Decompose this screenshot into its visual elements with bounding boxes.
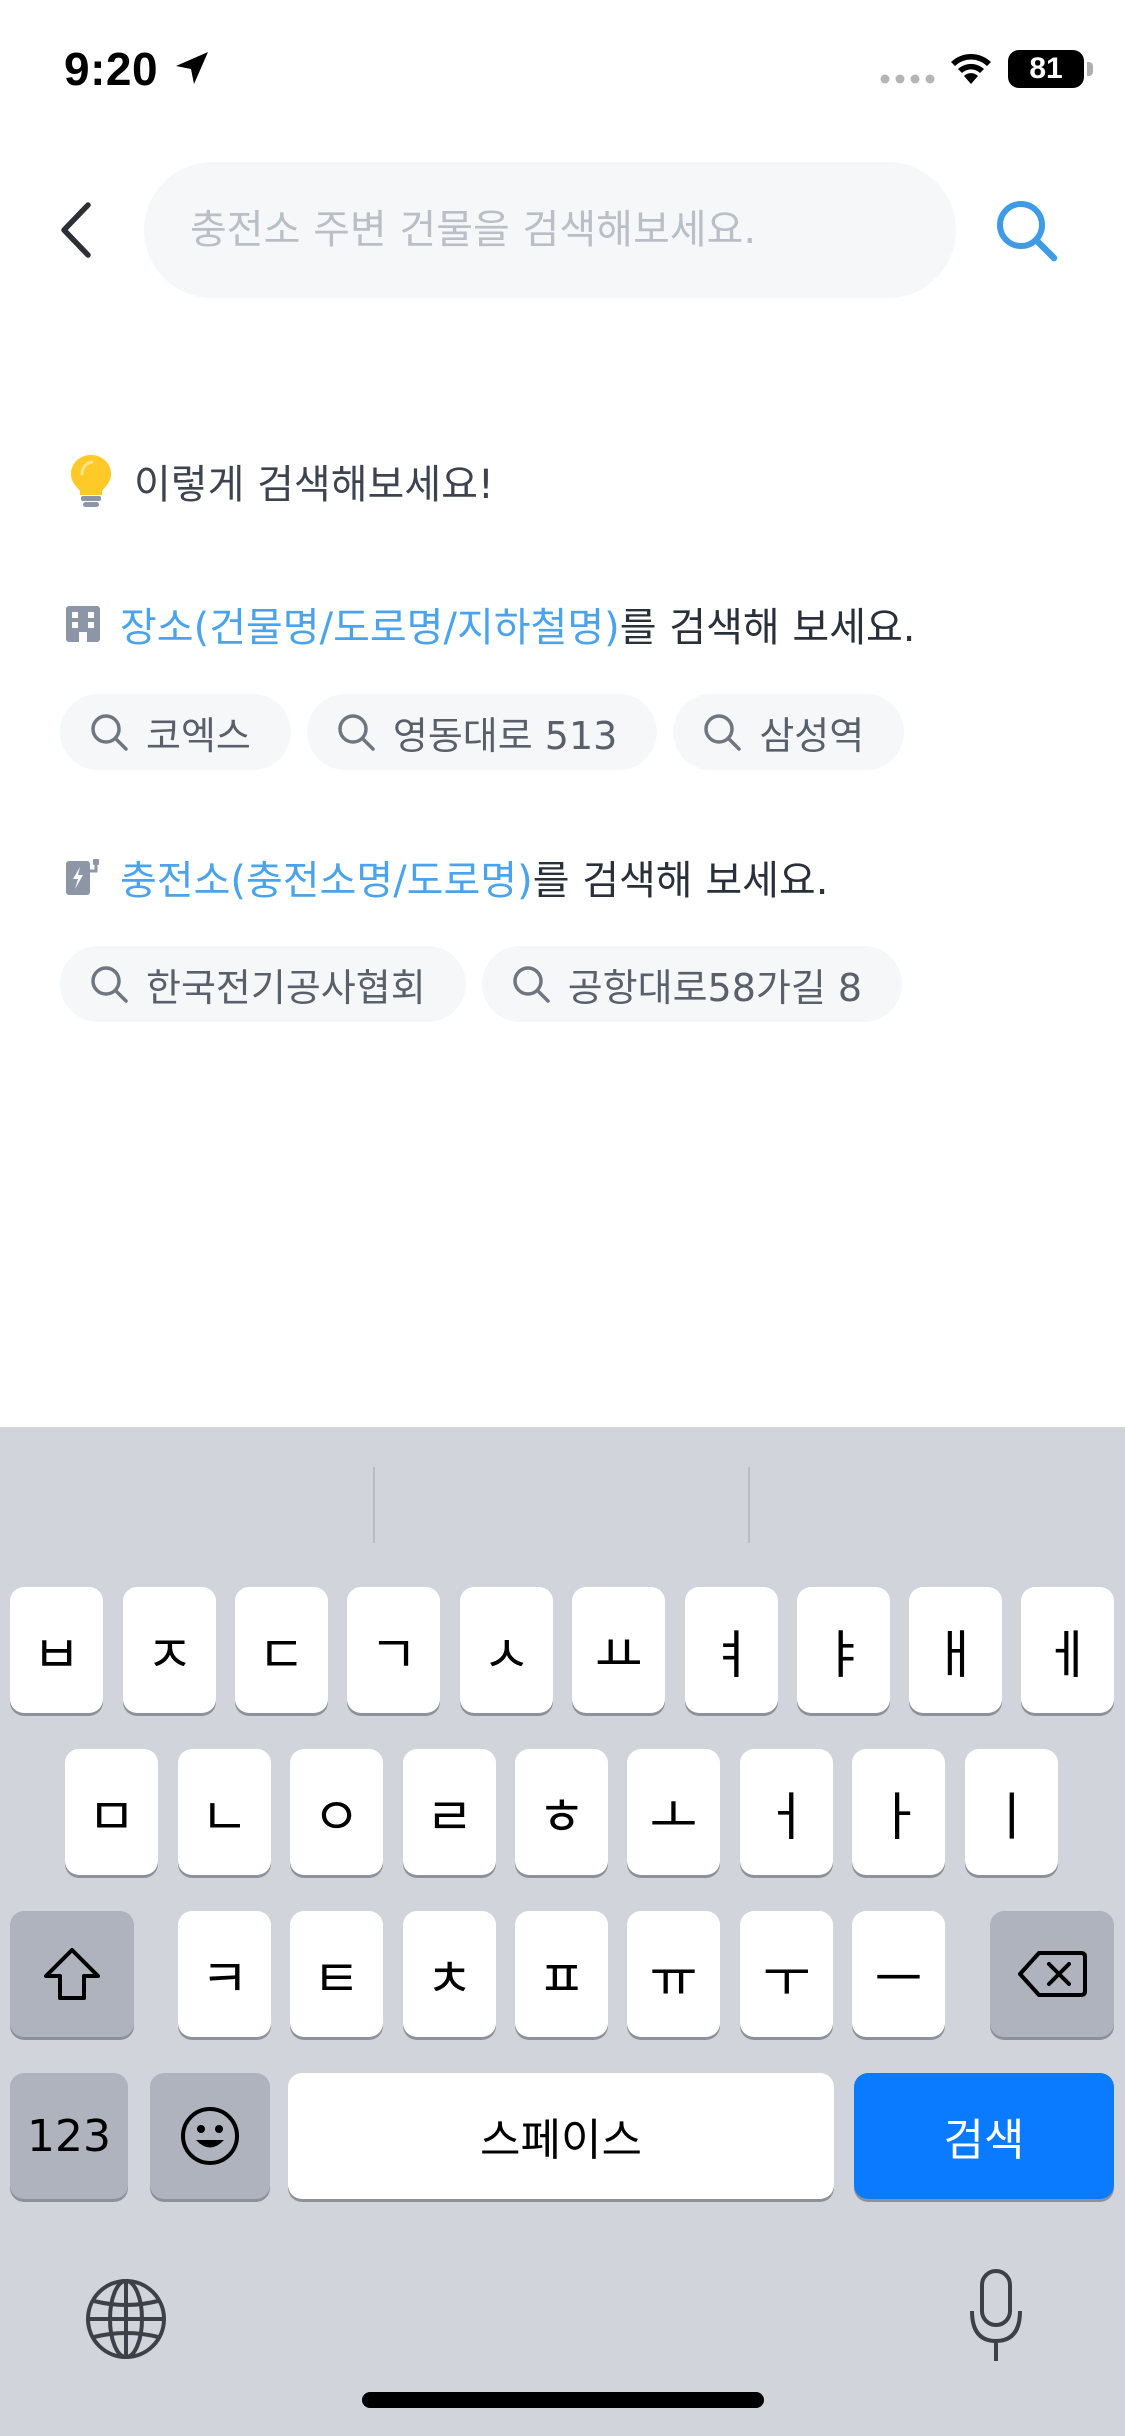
search-icon	[704, 714, 742, 751]
battery-level: 81	[1029, 52, 1063, 85]
search-icon	[91, 714, 128, 751]
shift-key[interactable]	[10, 1911, 134, 2037]
search-input[interactable]	[190, 162, 930, 298]
key-u[interactable]: ㅜ	[740, 1911, 833, 2037]
search-icon	[91, 966, 128, 1003]
search-icon	[512, 966, 550, 1003]
key-e[interactable]: ㅔ	[1021, 1587, 1114, 1713]
building-icon	[66, 606, 100, 642]
section-charger-label: 충전소(충전소명/도로명) 를 검색해 보세요.	[64, 846, 828, 908]
search-key[interactable]: 검색	[854, 2073, 1114, 2199]
search-box[interactable]	[144, 162, 956, 298]
home-indicator	[362, 2392, 764, 2408]
space-key[interactable]: 스페이스	[288, 2073, 834, 2199]
tip-title-text: 이렇게 검색해보세요!	[134, 462, 494, 508]
emoji-key[interactable]	[150, 2073, 270, 2199]
key-n[interactable]: ㄴ	[178, 1749, 271, 1875]
chip-yeongdong-daero[interactable]: 영동대로 513	[306, 694, 658, 770]
search-icon[interactable]	[992, 196, 1062, 266]
chip-keca[interactable]: 한국전기공사협회	[60, 946, 466, 1022]
chip-coex[interactable]: 코엑스	[60, 694, 291, 770]
key-p[interactable]: ㅍ	[515, 1911, 608, 2037]
tip-title: 이렇게 검색해보세요!	[68, 450, 494, 512]
prediction-divider	[748, 1467, 750, 1543]
chip-label: 코엑스	[146, 713, 251, 758]
section-place-label: 장소(건물명/도로명/지하철명) 를 검색해 보세요.	[64, 593, 916, 655]
key-eo[interactable]: ㅓ	[740, 1749, 833, 1875]
key-t[interactable]: ㅌ	[290, 1911, 383, 2037]
key-ya[interactable]: ㅑ	[797, 1587, 890, 1713]
microphone-icon[interactable]	[966, 2267, 1026, 2367]
key-s[interactable]: ㅅ	[460, 1587, 553, 1713]
wifi-icon	[951, 54, 991, 84]
section-charger-highlight: 충전소(충전소명/도로명)	[120, 858, 533, 904]
key-ae[interactable]: ㅐ	[909, 1587, 1002, 1713]
section-place-highlight: 장소(건물명/도로명/지하철명)	[120, 605, 620, 651]
chip-label: 삼성역	[759, 713, 865, 758]
chip-samseong-station[interactable]: 삼성역	[673, 694, 905, 770]
battery-cap	[1087, 62, 1093, 76]
key-r[interactable]: ㄹ	[403, 1749, 496, 1875]
chip-label: 한국전기공사협회	[146, 965, 426, 1010]
key-a[interactable]: ㅏ	[852, 1749, 945, 1875]
key-h[interactable]: ㅎ	[515, 1749, 608, 1875]
keyboard: ㅂ ㅈ ㄷ ㄱ ㅅ ㅛ ㅕ ㅑ ㅐ ㅔ ㅁ ㄴ ㅇ ㄹ ㅎ ㅗ ㅓ ㅏ ㅣ ㅋ …	[0, 1427, 1125, 2436]
location-arrow-icon	[176, 52, 208, 84]
key-j[interactable]: ㅈ	[123, 1587, 216, 1713]
section-charger-suffix: 를 검색해 보세요.	[532, 858, 829, 904]
key-ch[interactable]: ㅊ	[403, 1911, 496, 2037]
key-d[interactable]: ㄷ	[235, 1587, 328, 1713]
emoji-icon	[181, 2107, 239, 2165]
globe-icon[interactable]	[84, 2277, 168, 2361]
backspace-icon	[1018, 1951, 1087, 1997]
shift-icon	[44, 1948, 100, 2000]
status-time: 9:20	[64, 43, 159, 95]
ev-charger-icon	[66, 859, 99, 895]
key-g[interactable]: ㄱ	[347, 1587, 440, 1713]
battery-icon: 81	[1008, 50, 1084, 88]
key-o[interactable]: ㅗ	[627, 1749, 720, 1875]
key-eu[interactable]: ㅡ	[852, 1911, 945, 2037]
backspace-key[interactable]	[990, 1911, 1114, 2037]
cellular-signal-icon	[880, 74, 935, 84]
section-place-suffix: 를 검색해 보세요.	[619, 605, 916, 651]
key-yo[interactable]: ㅛ	[572, 1587, 665, 1713]
chip-gonghang-daero[interactable]: 공항대로58가길 8	[481, 946, 903, 1022]
status-bar: 9:20 81	[0, 0, 1125, 140]
key-yeo[interactable]: ㅕ	[685, 1587, 778, 1713]
search-icon	[338, 714, 375, 751]
key-k[interactable]: ㅋ	[178, 1911, 271, 2037]
numbers-key[interactable]: 123	[10, 2073, 128, 2199]
place-chip-row: 코엑스 영동대로 513 삼성역	[60, 694, 905, 770]
lightbulb-icon	[71, 455, 111, 507]
key-yu[interactable]: ㅠ	[627, 1911, 720, 2037]
prediction-divider	[373, 1467, 375, 1543]
chip-label: 영동대로 513	[392, 713, 618, 758]
key-m[interactable]: ㅁ	[65, 1749, 158, 1875]
key-ng[interactable]: ㅇ	[290, 1749, 383, 1875]
key-i[interactable]: ㅣ	[965, 1749, 1058, 1875]
chevron-left-icon[interactable]	[50, 195, 106, 265]
chip-label: 공항대로58가길 8	[567, 965, 863, 1010]
key-b[interactable]: ㅂ	[10, 1587, 103, 1713]
charger-chip-row: 한국전기공사협회 공항대로58가길 8	[60, 946, 903, 1022]
